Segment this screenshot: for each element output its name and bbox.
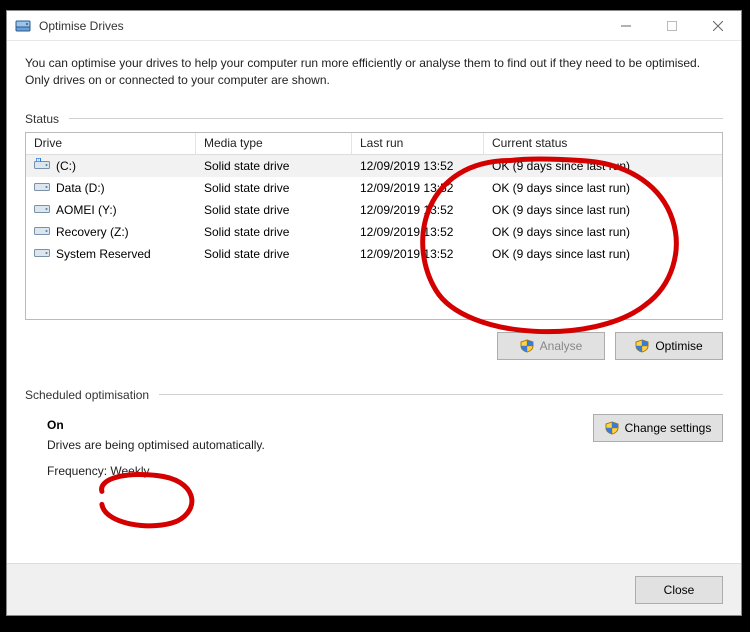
drive-media: Solid state drive (196, 203, 352, 217)
drive-status: OK (9 days since last run) (484, 159, 722, 173)
drive-last-run: 12/09/2019 13:52 (352, 159, 484, 173)
col-header-media[interactable]: Media type (196, 133, 352, 154)
close-button[interactable]: Close (635, 576, 723, 604)
dialog-footer: Close (7, 563, 741, 615)
analyse-label: Analyse (540, 339, 583, 353)
col-header-drive[interactable]: Drive (26, 133, 196, 154)
drive-media: Solid state drive (196, 247, 352, 261)
scheduled-section-label: Scheduled optimisation (25, 388, 723, 402)
drive-name: System Reserved (56, 247, 151, 261)
optimise-label: Optimise (655, 339, 702, 353)
status-label: Status (25, 112, 59, 126)
drive-row[interactable]: System Reserved Solid state drive 12/09/… (26, 243, 722, 265)
frequency-label: Frequency: (47, 464, 107, 478)
analyse-button[interactable]: Analyse (497, 332, 605, 360)
drive-media: Solid state drive (196, 225, 352, 239)
shield-icon (605, 421, 619, 435)
titlebar: Optimise Drives (7, 11, 741, 41)
drive-icon (34, 202, 50, 217)
drive-status: OK (9 days since last run) (484, 203, 722, 217)
drive-status: OK (9 days since last run) (484, 247, 722, 261)
drive-name: Recovery (Z:) (56, 225, 129, 239)
drive-last-run: 12/09/2019 13:52 (352, 247, 484, 261)
col-header-status[interactable]: Current status (484, 133, 722, 154)
change-settings-label: Change settings (625, 421, 712, 435)
drive-name: AOMEI (Y:) (56, 203, 117, 217)
close-label: Close (664, 583, 695, 597)
drive-status: OK (9 days since last run) (484, 181, 722, 195)
app-icon (15, 18, 31, 34)
scheduled-label: Scheduled optimisation (25, 388, 149, 402)
drive-last-run: 12/09/2019 13:52 (352, 181, 484, 195)
drive-name: (C:) (56, 159, 76, 173)
shield-icon (520, 339, 534, 353)
drive-last-run: 12/09/2019 13:52 (352, 203, 484, 217)
frequency-value: Weekly (110, 464, 149, 478)
col-header-last[interactable]: Last run (352, 133, 484, 154)
drive-row[interactable]: Recovery (Z:) Solid state drive 12/09/20… (26, 221, 722, 243)
shield-icon (635, 339, 649, 353)
drive-last-run: 12/09/2019 13:52 (352, 225, 484, 239)
window-title: Optimise Drives (39, 19, 124, 33)
drive-row[interactable]: Data (D:) Solid state drive 12/09/2019 1… (26, 177, 722, 199)
scheduled-frequency: Frequency: Weekly (47, 464, 723, 478)
drive-name: Data (D:) (56, 181, 105, 195)
drive-icon (34, 224, 50, 239)
drive-status: OK (9 days since last run) (484, 225, 722, 239)
drive-row[interactable]: AOMEI (Y:) Solid state drive 12/09/2019 … (26, 199, 722, 221)
drive-list[interactable]: Drive Media type Last run Current status… (25, 132, 723, 320)
optimise-drives-window: Optimise Drives You can optimise your dr… (6, 10, 742, 616)
drive-icon (34, 180, 50, 195)
drive-media: Solid state drive (196, 159, 352, 173)
close-window-button[interactable] (695, 11, 741, 41)
drive-media: Solid state drive (196, 181, 352, 195)
minimize-button[interactable] (603, 11, 649, 41)
description-text: You can optimise your drives to help you… (25, 55, 723, 90)
change-settings-button[interactable]: Change settings (593, 414, 723, 442)
optimise-button[interactable]: Optimise (615, 332, 723, 360)
status-section-label: Status (25, 112, 723, 126)
drive-list-header: Drive Media type Last run Current status (26, 133, 722, 155)
drive-row[interactable]: (C:) Solid state drive 12/09/2019 13:52 … (26, 155, 722, 177)
drive-icon (34, 158, 50, 173)
maximize-button[interactable] (649, 11, 695, 41)
drive-icon (34, 246, 50, 261)
